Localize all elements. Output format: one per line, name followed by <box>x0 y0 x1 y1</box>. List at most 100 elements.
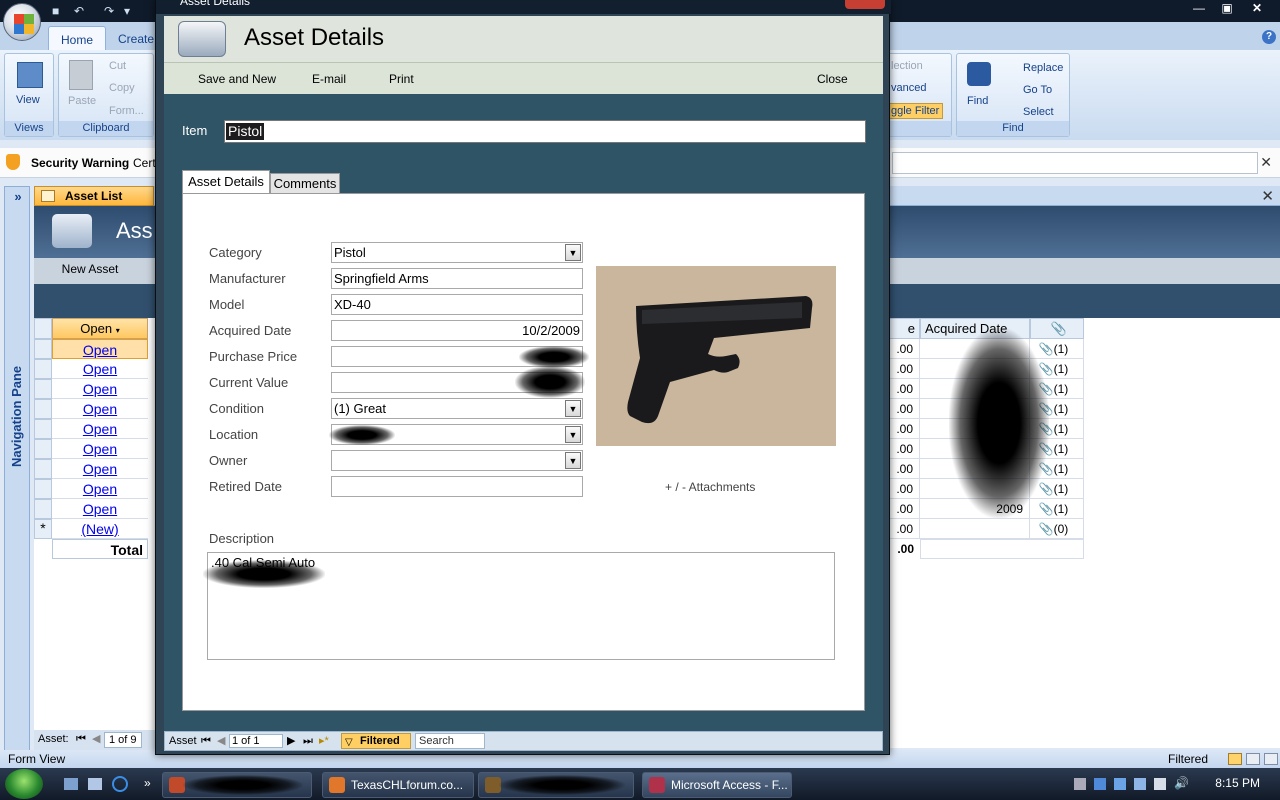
taskbar-button[interactable] <box>478 772 634 798</box>
row-selector[interactable] <box>34 399 52 419</box>
save-and-new-button[interactable]: Save and New <box>198 72 276 86</box>
select-button[interactable]: Select <box>1023 106 1054 118</box>
category-combo[interactable]: Pistol ▼ <box>331 242 583 263</box>
tab-asset-details[interactable]: Asset Details <box>182 170 270 195</box>
open-link[interactable]: Open <box>52 439 148 459</box>
close-document-icon[interactable]: ✕ <box>1261 187 1274 205</box>
item-field[interactable]: Pistol <box>224 120 866 143</box>
chevron-right-icon[interactable]: » <box>144 776 151 790</box>
find-button[interactable]: Find <box>967 95 988 107</box>
row-selector[interactable] <box>34 359 52 379</box>
show-desktop-icon[interactable] <box>64 778 78 790</box>
cut-button[interactable]: Cut <box>109 60 126 72</box>
open-link[interactable]: Open <box>52 479 148 499</box>
undo-icon[interactable]: ↶ <box>74 4 88 18</box>
redo-icon[interactable]: ↷ <box>104 4 118 18</box>
owner-combo[interactable]: ▼ <box>331 450 583 471</box>
record-position-field[interactable]: 1 of 9 <box>104 732 142 748</box>
selection-button[interactable]: lection <box>891 60 923 72</box>
tray-icon[interactable] <box>1134 778 1146 790</box>
next-record-icon[interactable]: ▶ <box>287 732 295 750</box>
customize-icon[interactable]: ▾ <box>124 4 138 18</box>
volume-icon[interactable]: 🔊 <box>1174 776 1189 790</box>
row-selector[interactable] <box>34 419 52 439</box>
open-link[interactable]: Open <box>52 399 148 419</box>
design-view-icon[interactable] <box>1264 753 1278 765</box>
open-link[interactable]: (New) <box>52 519 148 539</box>
row-selector[interactable] <box>34 439 52 459</box>
chevron-down-icon[interactable]: ▼ <box>565 426 581 443</box>
goto-button[interactable]: Go To <box>1023 84 1052 96</box>
save-icon[interactable]: ■ <box>52 4 66 18</box>
attachments-cell[interactable]: 📎(0) <box>1030 519 1084 539</box>
copy-button[interactable]: Copy <box>109 82 135 94</box>
column-header-open[interactable]: Open ▾ <box>52 318 148 339</box>
select-all-cell[interactable] <box>34 318 52 339</box>
toggle-filter-button[interactable]: ggle Filter <box>887 103 944 119</box>
view-icon[interactable] <box>17 62 43 88</box>
tray-icon[interactable] <box>1074 778 1086 790</box>
last-record-icon[interactable]: ⏭ <box>303 732 313 750</box>
email-button[interactable]: E-mail <box>312 72 346 86</box>
tab-asset-list[interactable]: Asset List <box>34 186 154 206</box>
tab-comments[interactable]: Comments <box>270 173 340 194</box>
tray-icon[interactable] <box>1094 778 1106 790</box>
start-button[interactable] <box>5 769 43 799</box>
taskbar-button[interactable] <box>162 772 312 798</box>
expand-nav-icon[interactable]: » <box>5 187 31 207</box>
advanced-button[interactable]: vanced <box>891 82 926 94</box>
open-link[interactable]: Open <box>52 419 148 439</box>
new-asset-link[interactable]: NNew Asset <box>61 262 119 276</box>
row-selector[interactable] <box>34 459 52 479</box>
print-button[interactable]: Print <box>389 72 414 86</box>
maximize-button[interactable]: ▣ <box>1214 0 1240 17</box>
format-painter-button[interactable]: Form... <box>109 105 144 117</box>
close-window-button[interactable]: ✕ <box>1244 0 1270 17</box>
manufacturer-field[interactable]: Springfield Arms <box>331 268 583 289</box>
tray-icon[interactable] <box>1154 778 1166 790</box>
datasheet-view-icon[interactable] <box>1246 753 1260 765</box>
search-field[interactable]: Search <box>415 733 485 749</box>
acquired-date-field[interactable]: 10/2/2009 <box>331 320 583 341</box>
open-link[interactable]: Open <box>52 499 148 519</box>
retired-date-field[interactable] <box>331 476 583 497</box>
row-selector[interactable]: * <box>34 519 52 539</box>
row-selector[interactable] <box>34 479 52 499</box>
replace-button[interactable]: Replace <box>1023 62 1063 74</box>
chevron-down-icon[interactable]: ▼ <box>565 244 581 261</box>
navigation-pane[interactable]: » Navigation Pane <box>4 186 30 751</box>
chevron-down-icon[interactable]: ▼ <box>565 452 581 469</box>
form-view-icon[interactable] <box>1228 753 1242 765</box>
acquired-date-cell[interactable] <box>920 519 1030 539</box>
attachments-link[interactable]: + / - Attachments <box>665 480 755 494</box>
tab-home[interactable]: Home <box>48 26 107 50</box>
record-position-field[interactable]: 1 of 1 <box>229 734 283 748</box>
help-icon[interactable]: ? <box>1262 30 1276 44</box>
view-button[interactable]: View <box>16 94 40 106</box>
model-field[interactable]: XD-40 <box>331 294 583 315</box>
close-button[interactable]: Close <box>817 72 848 86</box>
open-link[interactable]: Open <box>52 359 148 379</box>
paste-button[interactable]: Paste <box>68 95 96 107</box>
new-record-icon[interactable]: ▸* <box>319 732 329 750</box>
office-button[interactable] <box>3 3 41 41</box>
taskbar-button[interactable]: TexasCHLforum.co... <box>322 772 474 798</box>
taskbar-button[interactable]: Microsoft Access - F... <box>642 772 792 798</box>
open-link[interactable]: Open <box>52 379 148 399</box>
row-selector[interactable] <box>34 499 52 519</box>
chevron-down-icon[interactable]: ▼ <box>565 400 581 417</box>
row-selector[interactable] <box>34 379 52 399</box>
clock[interactable]: 8:15 PM <box>1215 776 1260 790</box>
dialog-close-icon[interactable] <box>845 0 885 9</box>
first-record-icon[interactable]: ⏮ <box>76 730 86 748</box>
minimize-button[interactable]: — <box>1186 0 1212 17</box>
close-icon[interactable]: ✕ <box>1260 154 1272 171</box>
prev-record-icon[interactable]: ◀ <box>217 732 225 750</box>
switch-windows-icon[interactable] <box>88 778 102 790</box>
row-selector[interactable] <box>34 339 52 359</box>
first-record-icon[interactable]: ⏮ <box>201 732 211 750</box>
condition-combo[interactable]: (1) Great ▼ <box>331 398 583 419</box>
open-link[interactable]: Open <box>52 459 148 479</box>
prev-record-icon[interactable]: ◀ <box>92 730 100 748</box>
ie-icon[interactable] <box>112 776 128 792</box>
